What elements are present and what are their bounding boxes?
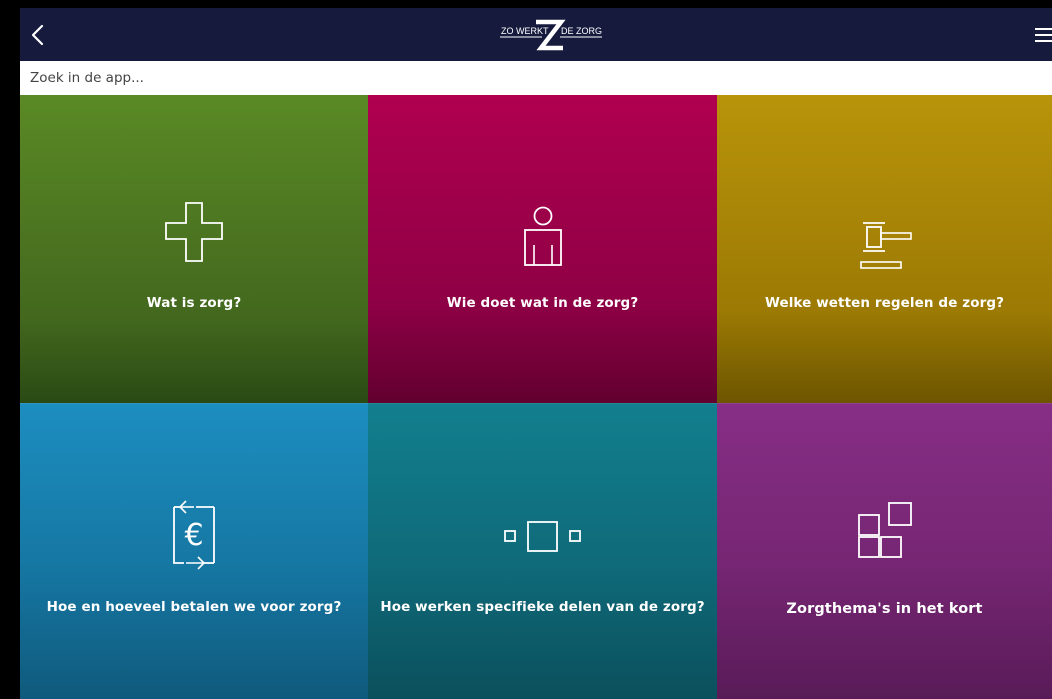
grid-squares-icon <box>857 502 912 558</box>
tile-label: Hoe werken specifieke delen van de zorg? <box>380 599 705 615</box>
back-button[interactable] <box>26 18 56 52</box>
person-icon <box>523 206 562 266</box>
tile-welke-wetten[interactable]: Welke wetten regelen de zorg? <box>717 95 1052 403</box>
tile-specifieke-delen[interactable]: Hoe werken specifieke delen van de zorg? <box>368 403 717 699</box>
hamburger-menu-icon <box>1035 28 1052 42</box>
tile-wat-is-zorg[interactable]: Wat is zorg? <box>20 95 368 403</box>
tile-zorgthemas[interactable]: Zorgthema's in het kort <box>717 403 1052 699</box>
tile-label: Wie doet wat in de zorg? <box>446 295 639 311</box>
svg-text:€: € <box>184 518 203 553</box>
topic-grid: Wat is zorg? Wie doet wat in de zorg? We… <box>20 95 1052 699</box>
search-input[interactable] <box>20 61 1052 95</box>
euro-exchange-icon: € <box>173 500 215 570</box>
tile-betalen[interactable]: € Hoe en hoeveel betalen we voor zorg? <box>20 403 368 699</box>
tile-label: Wat is zorg? <box>146 295 242 311</box>
app-logo: ZO WERKT DE ZORG <box>475 14 615 54</box>
logo-right-text: DE ZORG <box>561 26 602 36</box>
logo-left-text: ZO WERKT <box>501 26 549 36</box>
gavel-icon <box>859 222 912 269</box>
tile-label: Welke wetten regelen de zorg? <box>764 295 1005 311</box>
tile-label: Zorgthema's in het kort <box>786 601 983 617</box>
chevron-left-icon <box>31 24 44 46</box>
app-window: ZO WERKT DE ZORG Wat is zorg? <box>20 8 1052 699</box>
tile-label: Hoe en hoeveel betalen we voor zorg? <box>46 599 342 615</box>
plus-cross-icon <box>165 202 223 262</box>
three-boxes-icon <box>503 521 581 552</box>
tile-wie-doet-wat[interactable]: Wie doet wat in de zorg? <box>368 95 717 403</box>
top-bar: ZO WERKT DE ZORG <box>20 8 1052 61</box>
menu-button[interactable] <box>1032 22 1052 48</box>
